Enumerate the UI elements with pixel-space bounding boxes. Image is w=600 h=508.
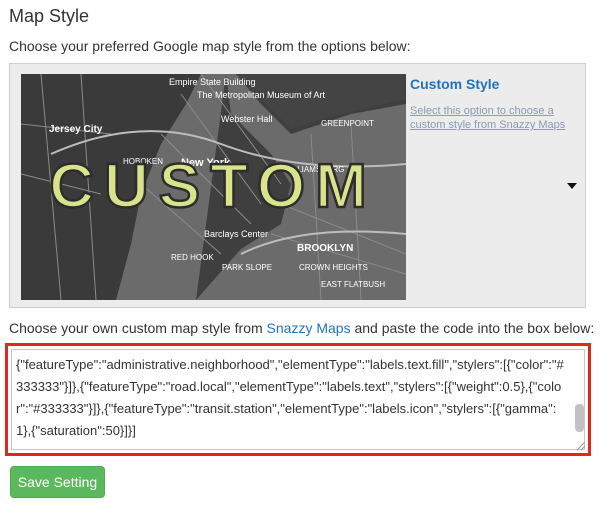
- style-info: Custom Style Select this option to choos…: [410, 76, 570, 132]
- custom-overlay-text: CUSTOM: [49, 152, 377, 221]
- map-label-empire: Empire State Building: [169, 77, 256, 87]
- dropdown-caret-icon[interactable]: [567, 183, 577, 189]
- map-label-crown: CROWN HEIGHTS: [299, 263, 368, 272]
- map-label-brooklyn: BROOKLYN: [297, 243, 353, 254]
- resize-grip-icon[interactable]: [577, 442, 585, 450]
- page-subtitle: Choose your preferred Google map style f…: [9, 38, 411, 54]
- map-label-red-hook: RED HOOK: [171, 253, 214, 262]
- style-description-link[interactable]: Select this option to choose a custom st…: [410, 104, 570, 132]
- save-setting-button[interactable]: Save Setting: [10, 466, 105, 498]
- textarea-scrollbar[interactable]: [575, 404, 584, 432]
- snazzy-maps-link[interactable]: Snazzy Maps: [267, 320, 351, 336]
- instructions-text: Choose your own custom map style from Sn…: [9, 320, 594, 336]
- map-label-museum: The Metropolitan Museum of Art: [197, 90, 326, 100]
- map-label-barclays: Barclays Center: [204, 229, 268, 239]
- instructions-after: and paste the code into the box below:: [350, 320, 595, 336]
- style-option-panel[interactable]: Empire State Building The Metropolitan M…: [9, 63, 586, 308]
- map-label-park-slope: PARK SLOPE: [222, 263, 272, 272]
- instructions-before: Choose your own custom map style from: [9, 320, 267, 336]
- style-name[interactable]: Custom Style: [410, 76, 570, 92]
- map-label-webster: Webster Hall: [221, 114, 272, 124]
- page-title: Map Style: [9, 6, 90, 26]
- map-preview[interactable]: Empire State Building The Metropolitan M…: [21, 74, 406, 300]
- map-preview-image: Empire State Building The Metropolitan M…: [21, 74, 406, 300]
- map-label-greenpoint: GREENPOINT: [321, 119, 374, 128]
- map-label-jersey: Jersey City: [49, 124, 103, 135]
- custom-style-code-textarea[interactable]: {"featureType":"administrative.neighborh…: [11, 349, 585, 450]
- map-label-east-flatbush: EAST FLATBUSH: [321, 280, 385, 289]
- code-highlight-outline: {"featureType":"administrative.neighborh…: [5, 343, 591, 456]
